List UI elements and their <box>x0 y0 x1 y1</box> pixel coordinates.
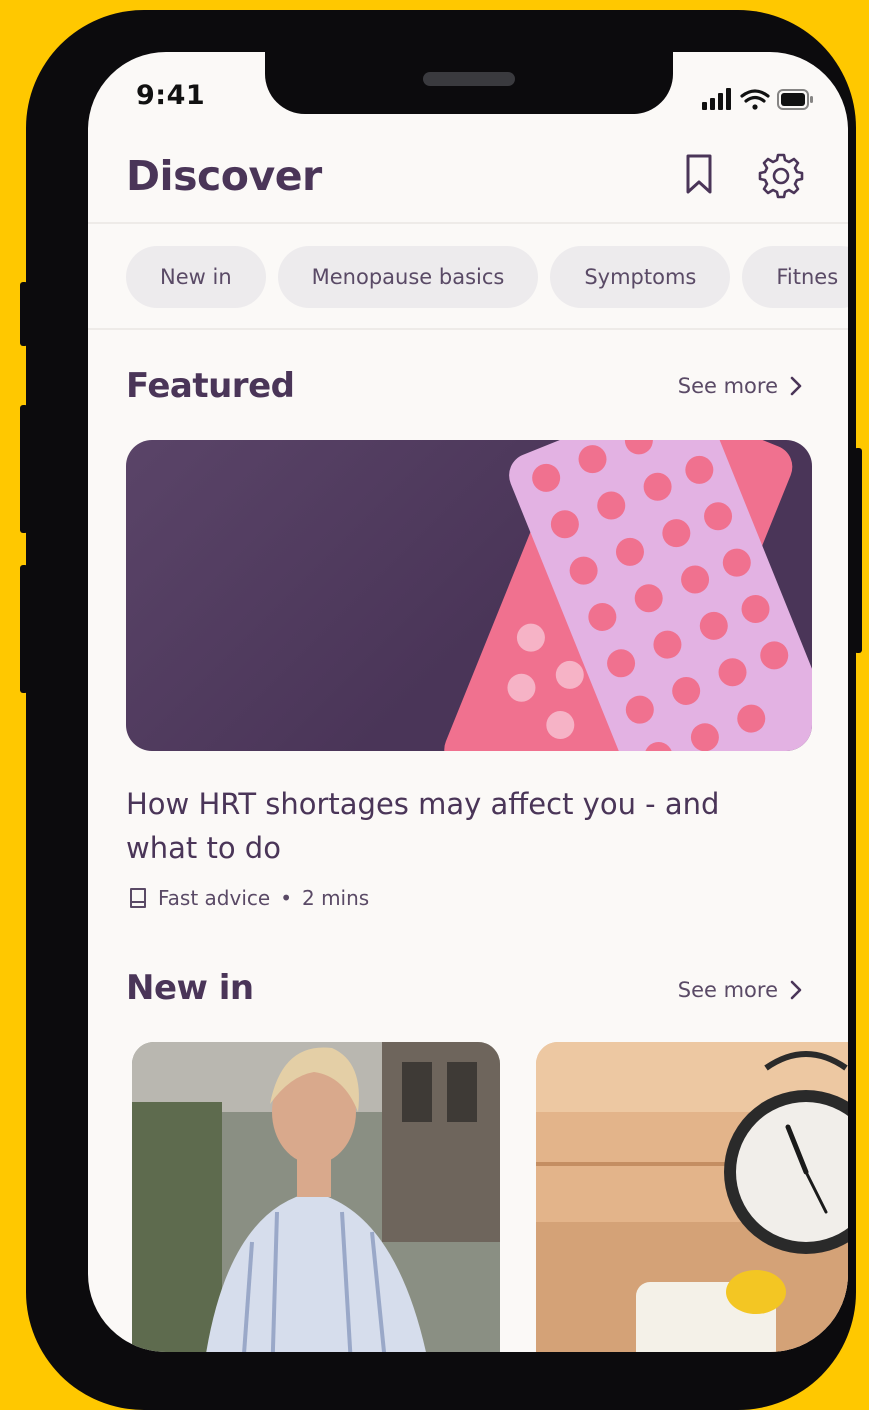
header-divider <box>88 222 848 224</box>
new-in-see-more-link[interactable]: See more <box>678 978 802 1002</box>
featured-article-title[interactable]: How HRT shortages may affect you - and w… <box>126 782 766 870</box>
wifi-icon <box>740 89 770 110</box>
meta-separator: • <box>280 886 292 910</box>
app-screen: 9:41 Discover New in Menopause basics Sy… <box>88 52 848 1352</box>
clock-photo <box>536 1042 848 1352</box>
pill-blister-illustration <box>444 440 812 751</box>
featured-article-image[interactable] <box>126 440 812 751</box>
chip-symptoms[interactable]: Symptoms <box>550 246 731 308</box>
featured-heading: Featured <box>126 366 295 406</box>
pill-bottle <box>636 1270 786 1352</box>
bookmark-icon[interactable] <box>679 152 729 202</box>
notch <box>265 52 673 114</box>
page-title: Discover <box>126 152 322 200</box>
chips-divider <box>88 328 848 330</box>
speaker-grille <box>423 72 515 86</box>
chevron-right-icon <box>790 376 802 396</box>
chip-menopause-basics[interactable]: Menopause basics <box>277 246 539 308</box>
article-category: Fast advice <box>158 886 271 910</box>
new-in-article-thumbnail[interactable] <box>536 1042 848 1352</box>
see-more-label: See more <box>677 374 778 398</box>
signal-icon <box>702 88 731 110</box>
featured-article-meta: Fast advice • 2 mins <box>128 886 369 910</box>
category-chips: New in Menopause basics Symptoms Fitnes <box>126 246 848 308</box>
settings-gear-icon[interactable] <box>756 152 806 202</box>
status-icons <box>702 88 814 112</box>
article-duration: 2 mins <box>301 886 370 910</box>
chip-fitness[interactable]: Fitnes <box>742 246 848 308</box>
chevron-right-icon <box>790 980 802 1000</box>
phone-frame: 9:41 Discover New in Menopause basics Sy… <box>26 10 856 1410</box>
see-more-label: See more <box>677 978 778 1002</box>
new-in-heading: New in <box>126 968 254 1008</box>
new-in-article-thumbnail[interactable] <box>132 1042 500 1352</box>
status-time: 9:41 <box>136 80 206 111</box>
chip-new-in[interactable]: New in <box>126 246 266 308</box>
battery-icon <box>777 89 813 110</box>
woman-photo <box>132 1042 500 1352</box>
featured-see-more-link[interactable]: See more <box>678 374 802 398</box>
book-icon <box>130 888 146 908</box>
